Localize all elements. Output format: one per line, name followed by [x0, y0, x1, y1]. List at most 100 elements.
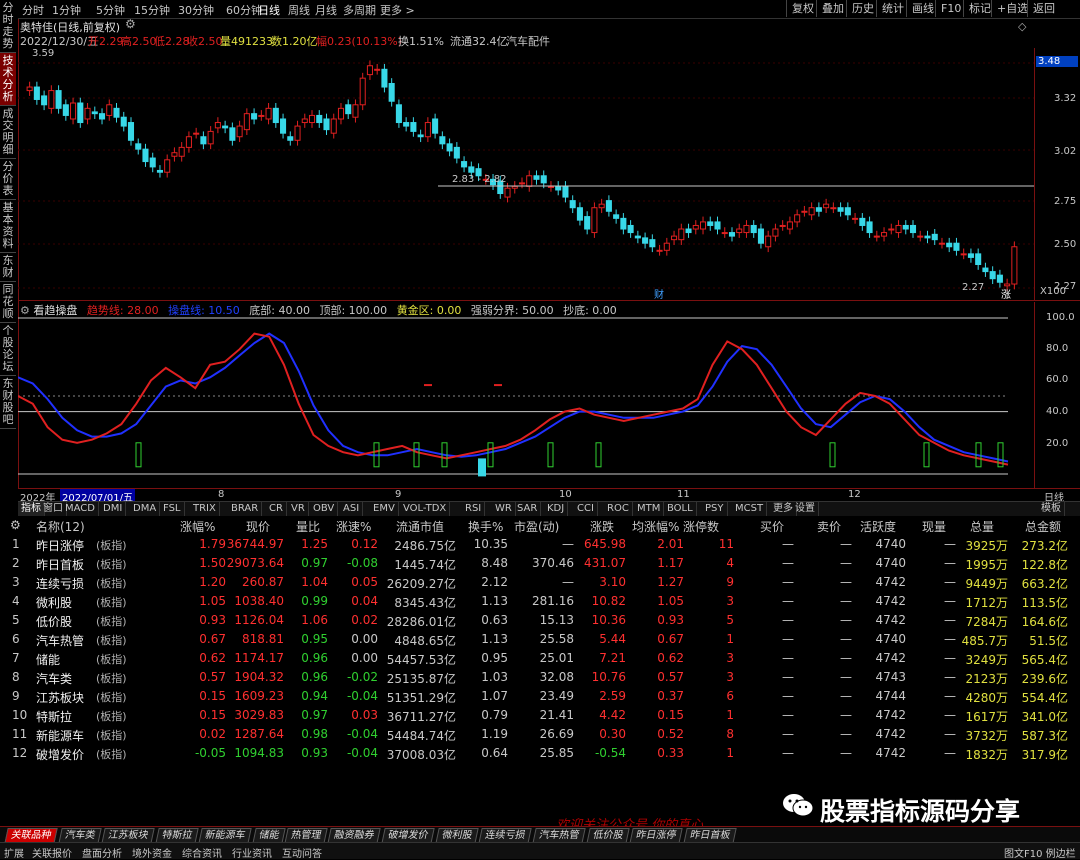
month-9: 9 [395, 489, 402, 500]
candle-body [888, 228, 895, 231]
top-button-8[interactable]: 返回 [1027, 0, 1060, 17]
period-10[interactable]: 更多 > [380, 2, 415, 18]
cell-15: 4742 [875, 746, 906, 760]
candlestick-chart[interactable]: 3.59 2.83 - 2.82 2.27 财 涨 [18, 48, 1034, 300]
top-button-0[interactable]: 复权 [786, 0, 819, 17]
left-tab-2[interactable]: 成交明细 [0, 106, 16, 159]
table-row[interactable]: 12 破增发价 (板指) -0.05 1094.83 0.93 -0.04 37008.03亿… [0, 744, 1080, 763]
period-8[interactable]: 月线 [315, 2, 337, 18]
ind-tab-5[interactable]: FSL [160, 502, 185, 516]
ind-tab-11[interactable]: ASI [340, 502, 364, 516]
candle-body [381, 68, 388, 88]
cell-4: 818.81 [242, 632, 284, 646]
col-header-13[interactable]: 活跃度 [860, 518, 896, 535]
ind-golden: 黄金区: 0.00 [396, 304, 462, 317]
period-1[interactable]: 1分钟 [52, 2, 81, 18]
table-row[interactable]: 3 连续亏损 (板指) 1.20 260.87 1.04 0.05 26209.27亿 2.12… [0, 573, 1080, 592]
col-header-2[interactable]: 现价 [246, 518, 270, 535]
left-tab-6[interactable]: 同花顺 [0, 282, 16, 323]
indicator-chart[interactable] [18, 302, 1034, 488]
settings-gear-icon[interactable]: ⚙ [125, 17, 136, 31]
ind-tab-9[interactable]: VR [288, 502, 309, 516]
ind-tab-21[interactable]: BOLL [664, 502, 697, 516]
ind-tab-template[interactable]: 模板 [1038, 502, 1065, 516]
ind-tab-19[interactable]: ROC [604, 502, 633, 516]
top-button-1[interactable]: 叠加 [816, 0, 849, 17]
col-header-15[interactable]: 总量 [970, 518, 994, 535]
period-2[interactable]: 5分钟 [96, 2, 125, 18]
col-header-3[interactable]: 量比 [296, 518, 320, 535]
table-row[interactable]: 7 储能 (板指) 0.62 1174.17 0.96 0.00 54457.53亿 0.95 2… [0, 649, 1080, 668]
ind-tab-10[interactable]: OBV [310, 502, 339, 516]
cell-2: (板指) [96, 558, 127, 571]
left-tab-7[interactable]: 个股论坛 [0, 323, 16, 376]
period-5[interactable]: 60分钟 [226, 2, 262, 18]
ind-tab-23[interactable]: MCST [732, 502, 768, 516]
table-row[interactable]: 5 低价股 (板指) 0.93 1126.04 1.06 0.02 28286.01亿 0.63… [0, 611, 1080, 630]
col-header-1[interactable]: 涨幅% [180, 518, 215, 535]
top-button-2[interactable]: 历史 [846, 0, 879, 17]
candle-body [178, 146, 185, 157]
top-button-5[interactable]: F10 [935, 0, 966, 17]
period-0[interactable]: 分时 [22, 2, 44, 18]
ind-tab-12[interactable]: EMV [370, 502, 399, 516]
cell-9: 25.85 [539, 746, 574, 760]
cell-12: 1 [726, 746, 734, 760]
table-row[interactable]: 10 特斯拉 (板指) 0.15 3029.83 0.97 0.03 36711.27亿 0.7… [0, 706, 1080, 725]
left-tab-5[interactable]: 东财 [0, 253, 16, 282]
candle-body [895, 224, 902, 234]
table-settings-icon[interactable]: ⚙ [10, 518, 21, 532]
left-tab-8[interactable]: 东财股吧 [0, 376, 16, 429]
col-header-4[interactable]: 涨速% [336, 518, 371, 535]
cell-13: — [782, 632, 794, 646]
col-header-14[interactable]: 现量 [922, 518, 946, 535]
period-9[interactable]: 多周期 [343, 2, 376, 18]
table-row[interactable]: 4 微利股 (板指) 1.05 1038.40 0.99 0.04 8345.43亿 1.13 2… [0, 592, 1080, 611]
col-header-9[interactable]: 均涨幅% [632, 518, 679, 535]
left-tab-0[interactable]: 分时走势 [0, 0, 16, 53]
table-row[interactable]: 11 新能源车 (板指) 0.02 1287.64 0.98 -0.04 54484.74亿 1… [0, 725, 1080, 744]
candle-body [605, 200, 612, 212]
ind-tab-13[interactable]: VOL-TDX [400, 502, 451, 516]
ind-tab-2[interactable]: MACD [62, 502, 99, 516]
col-header-10[interactable]: 涨停数 [683, 518, 719, 535]
ind-tab-25[interactable]: 设置 [792, 502, 819, 516]
ind-tab-22[interactable]: PSY [702, 502, 728, 516]
period-7[interactable]: 周线 [288, 2, 310, 18]
col-header-12[interactable]: 卖价 [817, 518, 841, 535]
period-6[interactable]: 日线 [258, 2, 280, 18]
col-header-6[interactable]: 换手% [468, 518, 503, 535]
ind-tab-6[interactable]: TRIX [190, 502, 220, 516]
left-tab-1[interactable]: 技术分析 [0, 53, 16, 106]
period-4[interactable]: 30分钟 [178, 2, 214, 18]
ind-tab-7[interactable]: BRAR [228, 502, 263, 516]
col-header-11[interactable]: 买价 [760, 518, 784, 535]
ind-gear-icon[interactable]: ⚙ [20, 304, 30, 317]
collapse-chevron-icon[interactable]: ◇ [1018, 20, 1026, 33]
ind-tab-20[interactable]: MTM [634, 502, 665, 516]
col-header-8[interactable]: 涨跌 [590, 518, 614, 535]
ind-tab-4[interactable]: DMA [130, 502, 161, 516]
ind-tab-15[interactable]: WR [492, 502, 516, 516]
cell-13: — [782, 746, 794, 760]
col-header-0[interactable]: 名称(12) [36, 518, 85, 535]
table-row[interactable]: 2 昨日首板 (板指) 1.50 29073.64 0.97 -0.08 1445.74亿 8.… [0, 554, 1080, 573]
ind-tab-8[interactable]: CR [266, 502, 287, 516]
table-row[interactable]: 1 昨日涨停 (板指) 1.79 36744.97 1.25 0.12 2486.75亿 10.… [0, 535, 1080, 554]
col-header-5[interactable]: 流通市值 [396, 518, 444, 535]
period-3[interactable]: 15分钟 [134, 2, 170, 18]
col-header-7[interactable]: 市盈(动) [514, 518, 559, 535]
left-tab-3[interactable]: 分价表 [0, 159, 16, 200]
table-row[interactable]: 9 江苏板块 (板指) 0.15 1609.23 0.94 -0.04 51351.29亿 1.… [0, 687, 1080, 706]
ind-tab-16[interactable]: SAR [514, 502, 542, 516]
col-header-16[interactable]: 总金额 [1025, 518, 1061, 535]
table-row[interactable]: 6 汽车热管 (板指) 0.67 818.81 0.95 0.00 4848.65亿 1.13 2… [0, 630, 1080, 649]
top-button-3[interactable]: 统计 [876, 0, 909, 17]
ind-tab-18[interactable]: CCI [574, 502, 598, 516]
ind-tab-3[interactable]: DMI [100, 502, 127, 516]
cell-0: 5 [12, 613, 20, 627]
ind-tab-17[interactable]: KDJ [544, 502, 569, 516]
ind-tab-14[interactable]: RSI [462, 502, 486, 516]
left-tab-4[interactable]: 基本资料 [0, 200, 16, 253]
table-row[interactable]: 8 汽车类 (板指) 0.57 1904.32 0.96 -0.02 25135.87亿 1.0… [0, 668, 1080, 687]
